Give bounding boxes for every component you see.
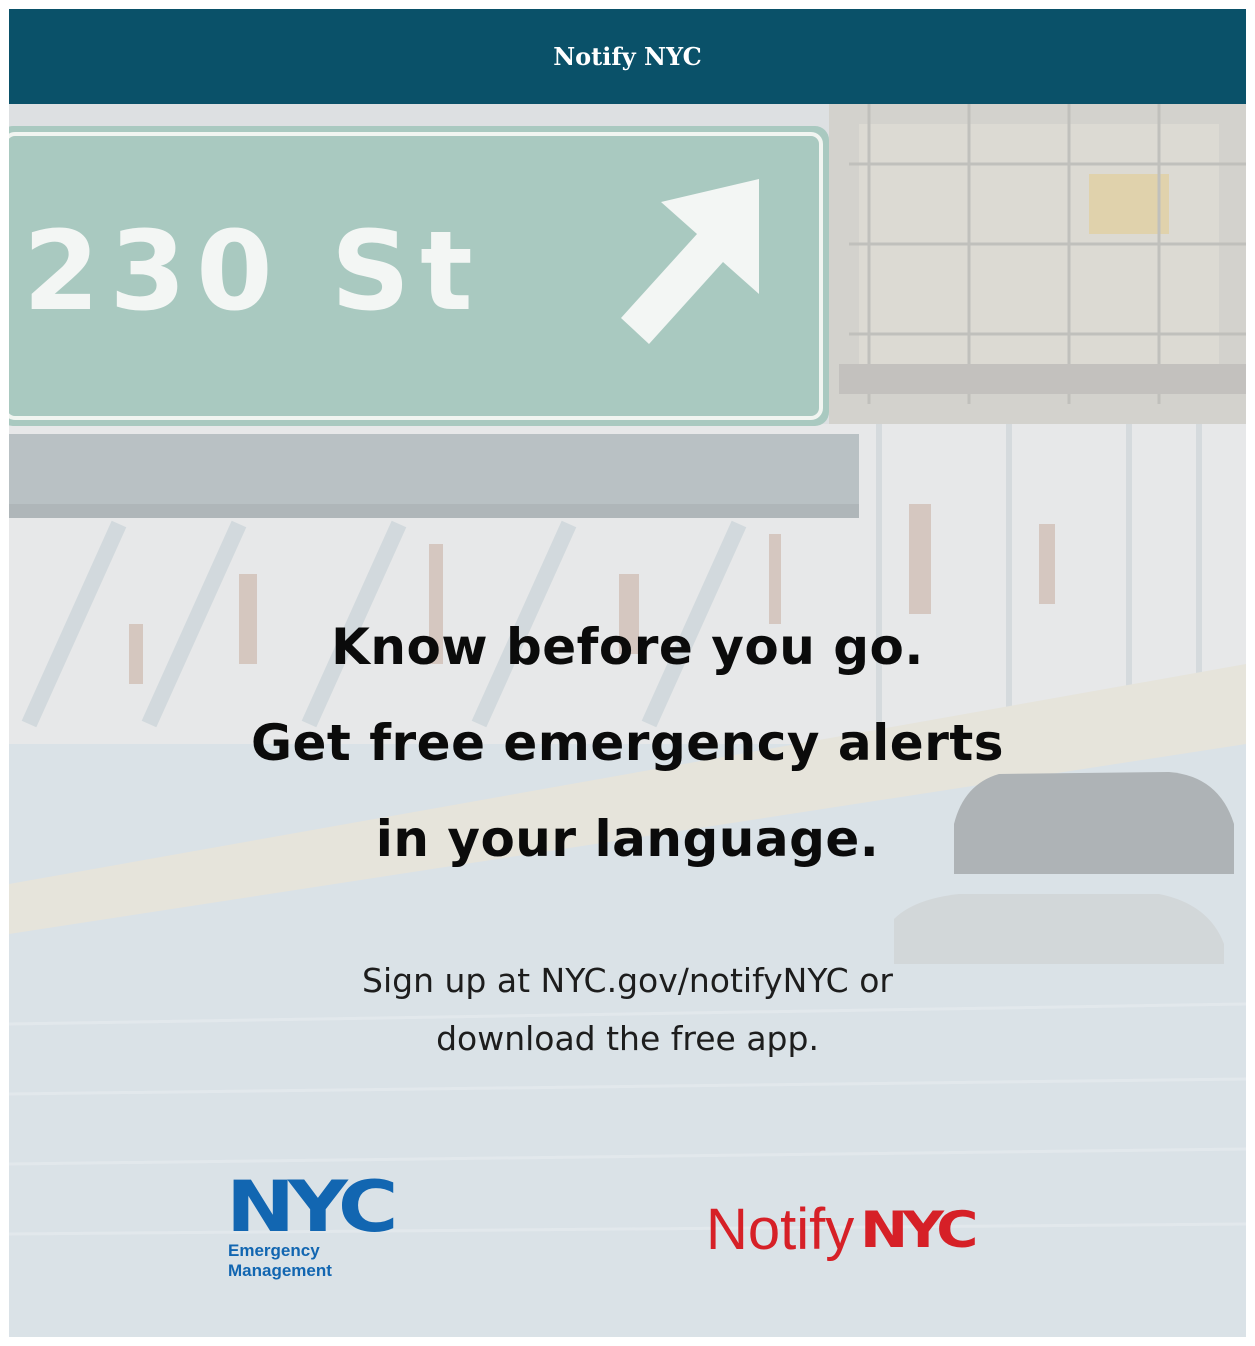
nycem-wordmark: NYC (226, 1166, 398, 1248)
signup-text: Sign up at NYC.gov/notifyNYC or download… (9, 952, 1246, 1068)
signup-line-2: download the free app. (436, 1019, 819, 1058)
signup-line-1: Sign up at NYC.gov/notifyNYC or (362, 961, 893, 1000)
nycem-subtitle-line-2: Management (228, 1261, 332, 1280)
page-frame: Notify NYC 230 St Know before you go. Ge… (9, 9, 1246, 1337)
nyc-emergency-management-logo: NYC Emergency Management (224, 1166, 424, 1294)
hero-image: 230 St Know before you go. Get free emer… (9, 104, 1246, 1337)
headline-line-3: in your language. (375, 810, 880, 868)
header-bar: Notify NYC (9, 9, 1246, 104)
headline-line-1: Know before you go. (331, 618, 924, 676)
notify-logo-nyc: NYC (860, 1200, 978, 1259)
headline-line-2: Get free emergency alerts (250, 714, 1005, 772)
headline: Know before you go. Get free emergency a… (9, 599, 1246, 887)
nycem-subtitle-line-1: Emergency (228, 1241, 320, 1260)
notify-logo-word: Notify (706, 1197, 855, 1262)
notify-nyc-logo: Notify NYC (706, 1196, 1066, 1276)
page-title: Notify NYC (553, 42, 702, 71)
nycem-subtitle: Emergency Management (228, 1241, 332, 1281)
